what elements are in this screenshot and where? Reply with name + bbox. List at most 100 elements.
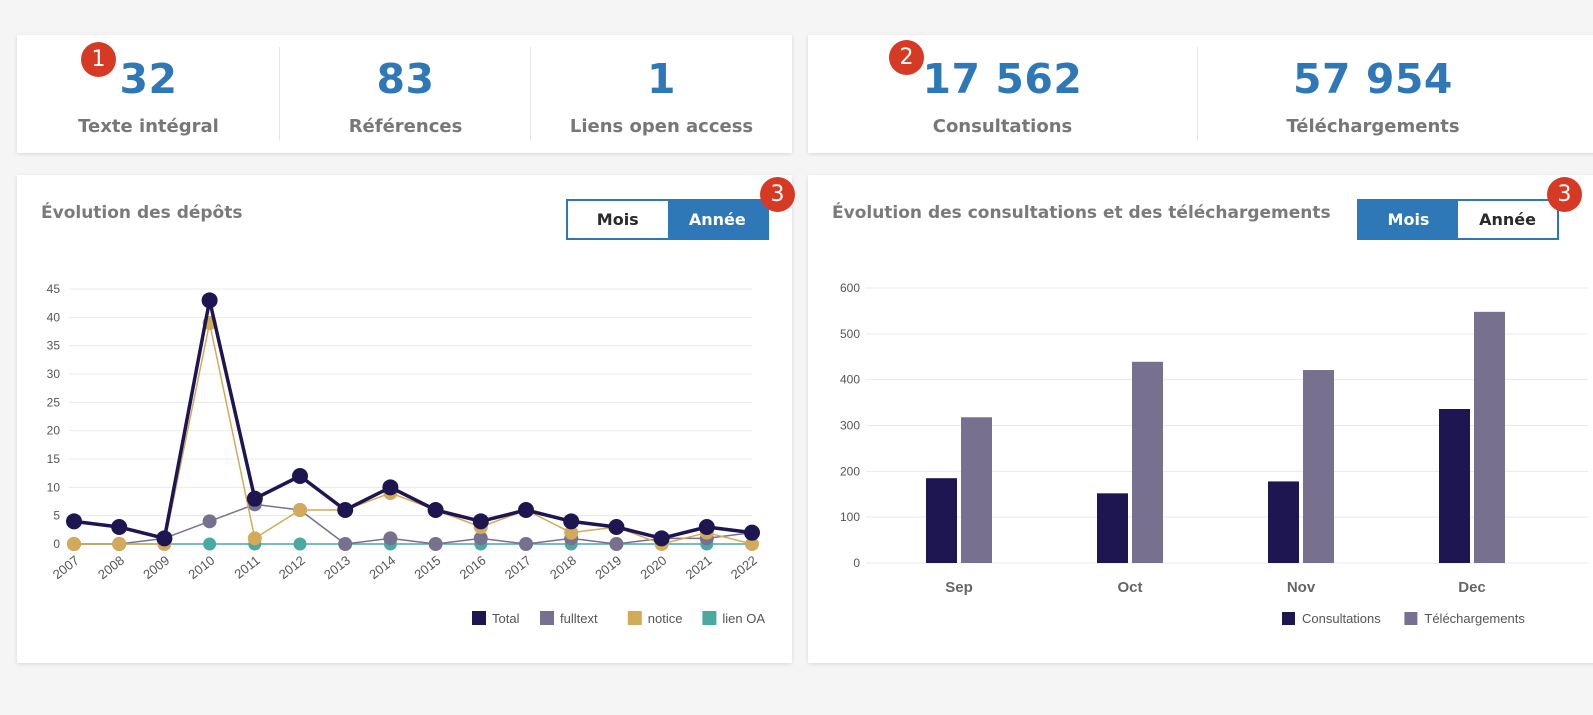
x-tick-label: 2016 (457, 553, 489, 583)
data-point-total (563, 513, 580, 530)
data-point-total (518, 502, 534, 518)
stat-downloads[interactable]: 57 954 Téléchargements (1198, 35, 1548, 153)
y-tick-label: 0 (53, 537, 60, 551)
y-tick-label: 45 (47, 282, 61, 296)
y-tick-label: 500 (840, 327, 860, 341)
data-point-total (337, 502, 354, 518)
y-tick-label: 10 (47, 480, 61, 494)
deposits-chart-title: Évolution des dépôts (41, 203, 243, 223)
deposits-year-button[interactable]: Année (667, 201, 767, 238)
usage-stats-card: 17 562 Consultations 57 954 Téléchargeme… (808, 35, 1593, 153)
data-point-total (246, 490, 263, 507)
stat-open-access-label: Liens open access (569, 116, 754, 137)
stat-consultations-label: Consultations (932, 116, 1073, 137)
stat-fulltext[interactable]: 32 Texte intégral (17, 35, 280, 153)
x-tick-label: 2019 (592, 553, 624, 583)
x-tick-label: 2010 (185, 553, 217, 583)
legend-swatch (1404, 612, 1418, 625)
stat-downloads-label: Téléchargements (1286, 116, 1460, 137)
usage-period-toggle: Mois Année (1357, 199, 1559, 240)
data-point-lien_oa (293, 537, 307, 551)
usage-month-button[interactable]: Mois (1359, 201, 1458, 238)
data-point-total (698, 519, 715, 535)
bar-telechargements (1303, 370, 1334, 563)
data-point-total (653, 530, 670, 547)
y-tick-label: 5 (53, 509, 60, 523)
stat-references[interactable]: 83 Références (280, 35, 531, 153)
data-point-total (427, 502, 444, 518)
y-tick-label: 0 (853, 556, 860, 570)
series-line-total (73, 298, 753, 541)
data-point-total (201, 292, 218, 309)
data-point-fulltext (519, 537, 533, 551)
x-tick-label: 2011 (231, 553, 262, 582)
badge-1: 1 (81, 42, 116, 77)
bar-telechargements (1474, 311, 1505, 563)
data-point-total (292, 468, 308, 484)
bar-consultations (1439, 409, 1470, 563)
usage-year-button[interactable]: Année (1458, 201, 1557, 238)
stat-references-label: Références (348, 116, 463, 137)
data-point-lien_oa (203, 537, 217, 551)
legend-swatch (1282, 612, 1295, 625)
data-point-total (156, 530, 173, 547)
data-point-total (382, 479, 399, 496)
x-tick-label: 2021 (683, 553, 715, 583)
data-point-notice (67, 537, 81, 551)
y-tick-label: 25 (47, 395, 61, 409)
stat-consultations[interactable]: 17 562 Consultations (808, 35, 1197, 153)
x-tick-label: Nov (1287, 579, 1316, 596)
legend-label: Téléchargements (1424, 611, 1525, 626)
x-tick-label: 2015 (411, 553, 443, 583)
data-point-fulltext (202, 514, 217, 529)
x-tick-label: 2013 (321, 553, 353, 583)
legend-swatch (540, 611, 554, 625)
bar-telechargements (961, 417, 992, 563)
bar-consultations (1268, 481, 1299, 563)
legend-label: lien OA (722, 611, 765, 626)
x-tick-label: 2020 (637, 553, 669, 583)
data-point-total (744, 524, 760, 541)
x-tick-label: 2022 (728, 553, 760, 583)
data-point-total (472, 513, 489, 530)
badge-2: 2 (889, 40, 924, 75)
legend-swatch (472, 611, 486, 625)
y-tick-label: 20 (47, 424, 61, 438)
data-point-fulltext (338, 537, 353, 551)
legend-label: fulltext (560, 611, 598, 626)
usage-chart-title: Évolution des consultations et des téléc… (832, 203, 1331, 223)
x-tick-label: Oct (1117, 579, 1142, 596)
stat-fulltext-value: 32 (119, 55, 178, 103)
stat-open-access-value: 1 (646, 55, 677, 103)
stat-references-value: 83 (376, 55, 435, 103)
stat-downloads-value: 57 954 (1293, 55, 1453, 103)
deposits-line-chart: 0 5 10 15 20 25 30 35 40 45 2007 2008 2009 2010 2011 20… (47, 282, 766, 626)
x-tick-label: 2009 (140, 553, 172, 583)
deposits-month-button[interactable]: Mois (568, 201, 668, 238)
x-tick-label: 2007 (50, 553, 82, 583)
deposits-stats-card: 32 Texte intégral 83 Références 1 Liens … (17, 35, 792, 153)
stat-consultations-value: 17 562 (922, 55, 1083, 103)
x-tick-label: 2008 (95, 553, 127, 583)
y-tick-label: 200 (840, 464, 860, 478)
y-tick-label: 35 (47, 339, 61, 353)
bar-consultations (1097, 493, 1128, 563)
data-point-fulltext (428, 537, 443, 551)
y-tick-label: 100 (840, 510, 860, 524)
data-point-fulltext (383, 531, 398, 546)
legend-swatch (702, 611, 717, 625)
y-tick-label: 30 (47, 367, 61, 381)
deposits-period-toggle: Mois Année (566, 199, 769, 240)
data-point-total (111, 519, 128, 535)
data-point-total (608, 519, 625, 535)
x-tick-label: Sep (945, 579, 973, 596)
y-tick-label: 40 (47, 310, 61, 324)
stat-open-access-links[interactable]: 1 Liens open access (531, 35, 792, 153)
legend-label: notice (648, 611, 683, 626)
bar-consultations (926, 478, 957, 563)
y-tick-label: 400 (840, 373, 860, 387)
data-point-notice (112, 537, 127, 551)
y-tick-label: 600 (840, 281, 860, 295)
legend-label: Total (492, 611, 520, 626)
x-tick-label: 2017 (502, 553, 534, 583)
